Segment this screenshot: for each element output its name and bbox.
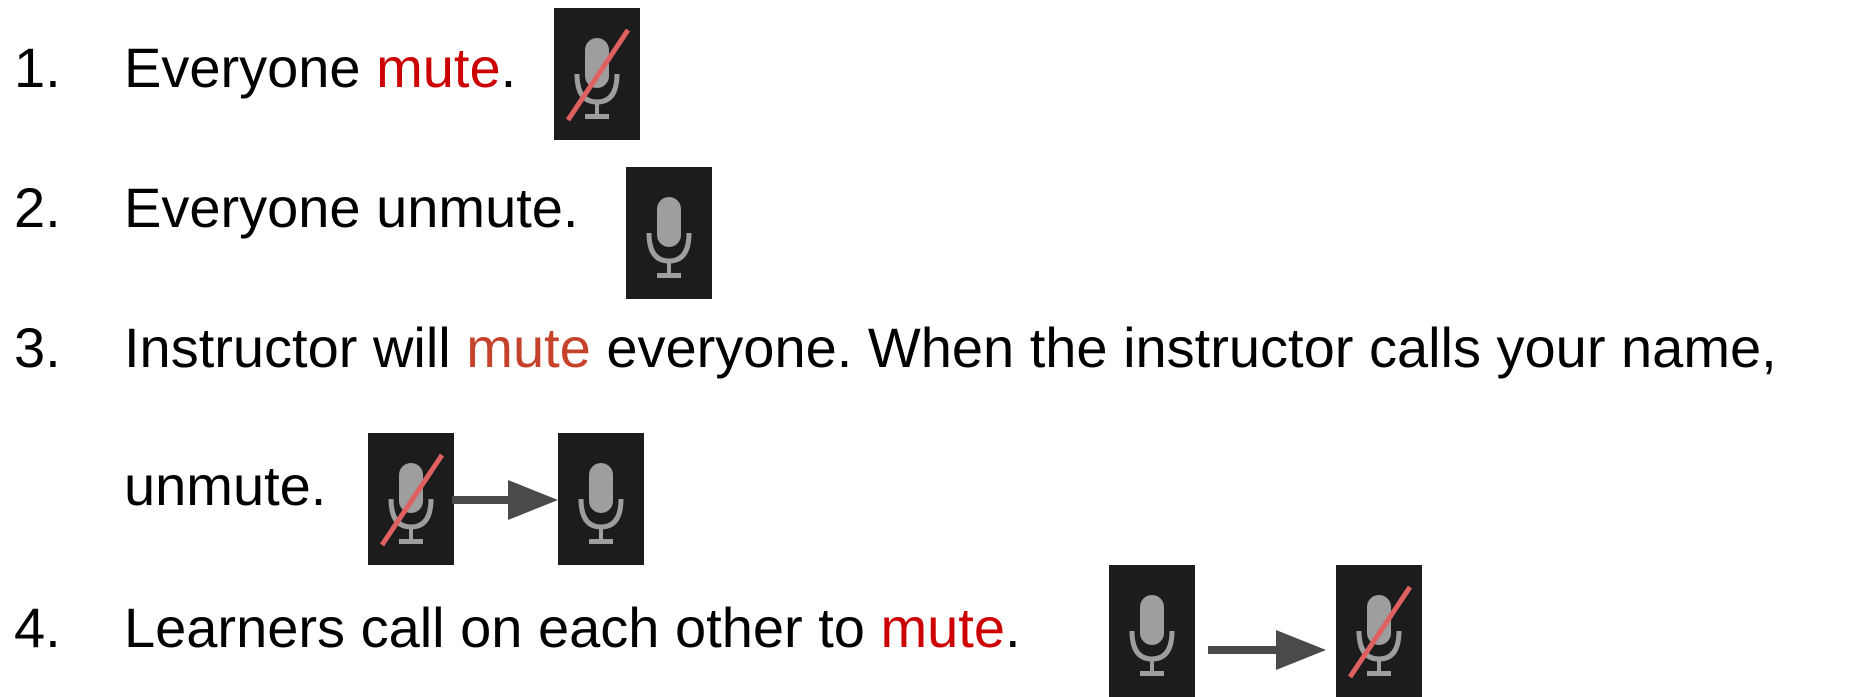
highlight-mute: mute: [466, 316, 591, 379]
text-after: .: [1004, 596, 1021, 659]
text-after: .: [500, 36, 517, 99]
arrow-right-icon: [1208, 630, 1326, 670]
list-text: Learners call on each other to mute.: [124, 600, 1021, 656]
highlight-mute: mute: [376, 36, 501, 99]
list-text: Everyone unmute.: [124, 176, 579, 239]
list-text-continuation: unmute.: [124, 454, 327, 517]
mic-muted-icon: [554, 8, 640, 140]
text-before: Learners call on each other to: [124, 596, 881, 659]
list-number: 3.: [14, 316, 61, 379]
list-text: Instructor will mute everyone. When the …: [124, 320, 1777, 376]
arrow-right-icon: [452, 480, 558, 520]
list-number: 2.: [14, 176, 61, 239]
list-number: 4.: [14, 596, 61, 659]
text-after: everyone. When the instructor calls your…: [590, 316, 1777, 379]
text-before: Everyone: [124, 36, 377, 99]
mic-muted-icon: [368, 433, 454, 565]
list-number: 1.: [14, 36, 61, 99]
list-text: Everyone mute.: [124, 40, 516, 96]
mic-icon: [1109, 565, 1195, 697]
text-before: Instructor will: [124, 316, 467, 379]
highlight-mute: mute: [880, 596, 1005, 659]
mic-icon: [558, 433, 644, 565]
mic-muted-icon: [1336, 565, 1422, 697]
mic-icon: [626, 167, 712, 299]
